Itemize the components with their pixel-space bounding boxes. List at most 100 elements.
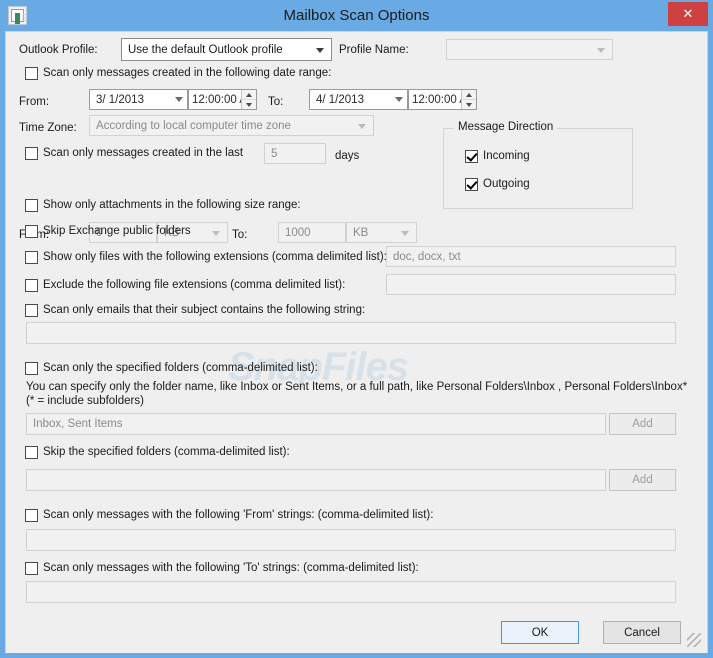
size-to-label: To:: [232, 229, 248, 241]
skip-folders-checkbox-row[interactable]: Skip the specified folders (comma-delimi…: [25, 446, 290, 459]
outlook-profile-value: Use the default Outlook profile: [128, 43, 283, 56]
date-to-input[interactable]: 4/ 1/2013: [309, 89, 408, 110]
size-range-label: Show only attachments in the following s…: [43, 199, 301, 211]
close-icon[interactable]: ✕: [668, 2, 708, 26]
last-days-input[interactable]: 5: [264, 143, 326, 164]
time-to-spinner[interactable]: [461, 90, 476, 109]
ok-button[interactable]: OK: [501, 621, 579, 644]
to-strings-checkbox[interactable]: [25, 562, 38, 575]
date-range-checkbox-row[interactable]: Scan only messages created in the follow…: [25, 67, 331, 80]
time-to-value: 12:00:00 Al: [412, 93, 461, 106]
dialog-body: SnapFiles Outlook Profile: Use the defau…: [5, 31, 708, 653]
time-from-spinner[interactable]: [241, 90, 256, 109]
exclude-ext-label: Exclude the following file extensions (c…: [43, 279, 346, 291]
from-strings-checkbox-row[interactable]: Scan only messages with the following 'F…: [25, 509, 433, 522]
spinner-down-icon[interactable]: [462, 100, 476, 109]
include-folders-input[interactable]: Inbox, Sent Items: [26, 413, 606, 435]
date-to-label: To:: [268, 96, 284, 108]
chevron-down-icon: [597, 47, 605, 53]
last-days-checkbox-row[interactable]: Scan only messages created in the last: [25, 147, 243, 160]
date-from-value: 3/ 1/2013: [96, 93, 144, 106]
exclude-ext-checkbox-row[interactable]: Exclude the following file extensions (c…: [25, 279, 345, 292]
title-bar: Mailbox Scan Options ✕: [0, 0, 713, 31]
last-days-unit-label: days: [335, 150, 360, 162]
chevron-down-icon[interactable]: [391, 97, 407, 102]
size-to-value: 1000: [285, 226, 311, 239]
last-days-checkbox[interactable]: [25, 147, 38, 160]
skip-public-checkbox-row[interactable]: Skip Exchange public folders: [25, 225, 191, 238]
time-zone-value: According to local computer time zone: [96, 119, 291, 132]
last-days-label: Scan only messages created in the last: [43, 147, 244, 159]
chevron-down-icon: [212, 230, 220, 236]
to-strings-checkbox-row[interactable]: Scan only messages with the following 'T…: [25, 562, 419, 575]
time-from-value: 12:00:00 Al: [192, 93, 241, 106]
outgoing-checkbox-row[interactable]: Outgoing: [465, 178, 530, 191]
subject-string-checkbox-row[interactable]: Scan only emails that their subject cont…: [25, 304, 365, 317]
include-folders-value: Inbox, Sent Items: [33, 418, 123, 430]
chevron-down-icon: [358, 123, 366, 129]
include-folders-checkbox[interactable]: [25, 362, 38, 375]
to-strings-label: Scan only messages with the following 'T…: [43, 562, 419, 574]
spinner-up-icon[interactable]: [462, 90, 476, 100]
skip-public-label: Skip Exchange public folders: [43, 225, 191, 237]
spinner-down-icon[interactable]: [242, 100, 256, 109]
include-folders-checkbox-row[interactable]: Scan only the specified folders (comma-d…: [25, 362, 318, 375]
include-folders-help-line1: You can specify only the folder name, li…: [26, 381, 688, 393]
time-zone-label: Time Zone:: [19, 122, 77, 134]
time-from-input[interactable]: 12:00:00 Al: [188, 89, 257, 110]
profile-name-label: Profile Name:: [339, 44, 409, 56]
exclude-ext-checkbox[interactable]: [25, 279, 38, 292]
chevron-down-icon[interactable]: [171, 97, 187, 102]
chevron-down-icon: [401, 230, 409, 236]
outgoing-label: Outgoing: [483, 178, 530, 190]
incoming-checkbox[interactable]: [465, 150, 478, 163]
window-title: Mailbox Scan Options: [283, 7, 430, 24]
skip-public-checkbox[interactable]: [25, 225, 38, 238]
exclude-ext-input[interactable]: [386, 274, 676, 295]
outlook-profile-label: Outlook Profile:: [19, 44, 98, 56]
include-ext-checkbox[interactable]: [25, 251, 38, 264]
size-range-checkbox[interactable]: [25, 199, 38, 212]
date-from-label: From:: [19, 96, 50, 108]
include-ext-value: doc, docx, txt: [393, 250, 461, 263]
date-range-label: Scan only messages created in the follow…: [43, 67, 332, 79]
from-strings-input[interactable]: [26, 529, 676, 551]
profile-name-select[interactable]: [446, 39, 613, 60]
dialog-window: Mailbox Scan Options ✕ SnapFiles Outlook…: [0, 0, 713, 658]
include-ext-label: Show only files with the following exten…: [43, 251, 387, 263]
spinner-up-icon[interactable]: [242, 90, 256, 100]
resize-grip[interactable]: [687, 633, 701, 647]
to-strings-input[interactable]: [26, 581, 676, 603]
size-to-input[interactable]: 1000: [278, 222, 346, 243]
size-to-unit-select[interactable]: KB: [346, 222, 417, 243]
include-ext-input[interactable]: doc, docx, txt: [386, 246, 676, 267]
from-strings-checkbox[interactable]: [25, 509, 38, 522]
skip-folders-label: Skip the specified folders (comma-delimi…: [43, 446, 290, 458]
include-folders-help-line2: (* = include subfolders): [26, 395, 144, 407]
size-range-checkbox-row[interactable]: Show only attachments in the following s…: [25, 199, 301, 212]
message-direction-group: Message Direction: [443, 121, 633, 209]
time-zone-select[interactable]: According to local computer time zone: [89, 115, 374, 136]
time-to-input[interactable]: 12:00:00 Al: [408, 89, 477, 110]
include-ext-checkbox-row[interactable]: Show only files with the following exten…: [25, 251, 387, 264]
include-folders-label: Scan only the specified folders (comma-d…: [43, 362, 318, 374]
last-days-value: 5: [271, 147, 278, 160]
from-strings-label: Scan only messages with the following 'F…: [43, 509, 434, 521]
outgoing-checkbox[interactable]: [465, 178, 478, 191]
subject-string-checkbox[interactable]: [25, 304, 38, 317]
include-folders-add-button[interactable]: Add: [609, 413, 676, 435]
subject-string-label: Scan only emails that their subject cont…: [43, 304, 366, 316]
incoming-checkbox-row[interactable]: Incoming: [465, 150, 530, 163]
skip-folders-checkbox[interactable]: [25, 446, 38, 459]
date-to-value: 4/ 1/2013: [316, 93, 364, 106]
size-to-unit-value: KB: [353, 226, 369, 239]
subject-string-input[interactable]: [26, 322, 676, 344]
outlook-profile-select[interactable]: Use the default Outlook profile: [121, 38, 332, 61]
message-direction-title: Message Direction: [454, 121, 558, 133]
cancel-button[interactable]: Cancel: [603, 621, 681, 644]
date-range-checkbox[interactable]: [25, 67, 38, 80]
date-from-input[interactable]: 3/ 1/2013: [89, 89, 188, 110]
skip-folders-add-button[interactable]: Add: [609, 469, 676, 491]
chevron-down-icon: [316, 47, 324, 53]
skip-folders-input[interactable]: [26, 469, 606, 491]
